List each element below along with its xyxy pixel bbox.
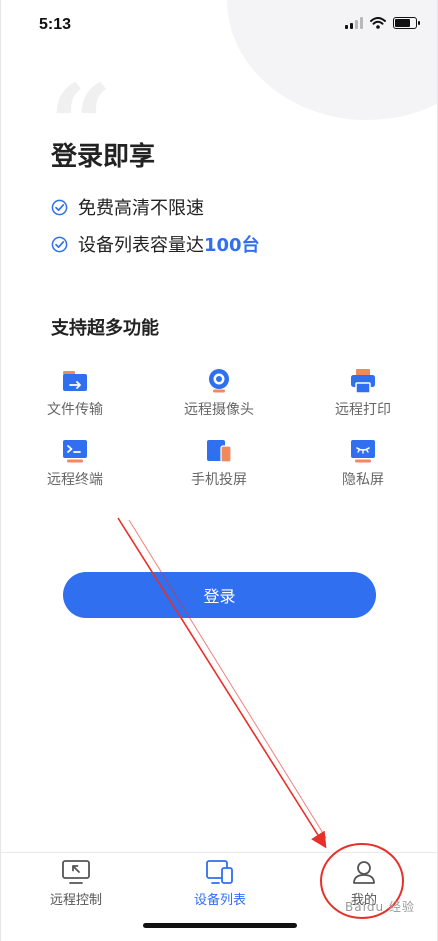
tab-device-list[interactable]: 设备列表 bbox=[160, 859, 280, 908]
terminal-icon bbox=[60, 438, 90, 464]
benefit-highlight: 100台 bbox=[204, 235, 260, 256]
benefit-item-device-capacity: 设备列表容量达100台 bbox=[51, 231, 260, 257]
feature-label: 手机投屏 bbox=[191, 472, 247, 488]
feature-label: 远程终端 bbox=[47, 472, 103, 488]
wifi-icon bbox=[370, 17, 386, 29]
annotation-arrow bbox=[117, 517, 327, 849]
cellular-signal-icon bbox=[345, 17, 363, 29]
tab-remote-control[interactable]: 远程控制 bbox=[16, 859, 136, 908]
benefit-text: 设备列表容量达 bbox=[78, 235, 204, 256]
feature-phone-mirroring[interactable]: 手机投屏 bbox=[154, 438, 284, 489]
webcam-icon bbox=[204, 368, 234, 394]
check-circle-icon bbox=[51, 236, 68, 252]
page-title: 登录即享 bbox=[51, 142, 156, 172]
feature-privacy-screen[interactable]: 隐私屏 bbox=[298, 438, 428, 489]
phone-mirror-icon bbox=[204, 438, 234, 464]
benefit-text-group: 设备列表容量达100台 bbox=[78, 231, 260, 257]
tab-label: 远程控制 bbox=[49, 893, 102, 908]
annotation-arrow-shadow bbox=[128, 519, 327, 839]
file-transfer-icon bbox=[60, 368, 90, 394]
status-icons bbox=[345, 17, 420, 29]
device-list-icon bbox=[206, 860, 233, 884]
home-indicator[interactable] bbox=[143, 923, 297, 928]
feature-label: 远程摄像头 bbox=[184, 402, 254, 418]
profile-icon bbox=[353, 861, 375, 884]
feature-label: 远程打印 bbox=[335, 402, 391, 418]
tab-label: 设备列表 bbox=[193, 893, 246, 908]
watermark-text: Baidu 经验 bbox=[345, 900, 415, 914]
benefit-text: 免费高清不限速 bbox=[78, 198, 204, 219]
features-title: 支持超多功能 bbox=[51, 318, 159, 339]
battery-icon bbox=[393, 17, 420, 29]
privacy-screen-icon bbox=[348, 438, 378, 464]
feature-label: 文件传输 bbox=[47, 402, 103, 418]
check-circle-icon bbox=[51, 199, 68, 215]
feature-label: 隐私屏 bbox=[342, 472, 384, 488]
battery-level bbox=[395, 19, 410, 27]
feature-remote-camera[interactable]: 远程摄像头 bbox=[154, 368, 284, 419]
feature-file-transfer[interactable]: 文件传输 bbox=[10, 368, 140, 419]
login-button[interactable]: 登录 bbox=[63, 572, 376, 618]
login-screen: 5:13 “ 登录即享 免费高清不限速 设备列表容量达100台 支持超多功能 文… bbox=[0, 0, 438, 941]
remote-control-icon bbox=[62, 860, 90, 884]
benefit-item-hd-speed: 免费高清不限速 bbox=[51, 194, 204, 220]
feature-remote-print[interactable]: 远程打印 bbox=[298, 368, 428, 419]
status-time: 5:13 bbox=[39, 16, 72, 33]
feature-remote-terminal[interactable]: 远程终端 bbox=[10, 438, 140, 489]
printer-icon bbox=[348, 368, 378, 394]
